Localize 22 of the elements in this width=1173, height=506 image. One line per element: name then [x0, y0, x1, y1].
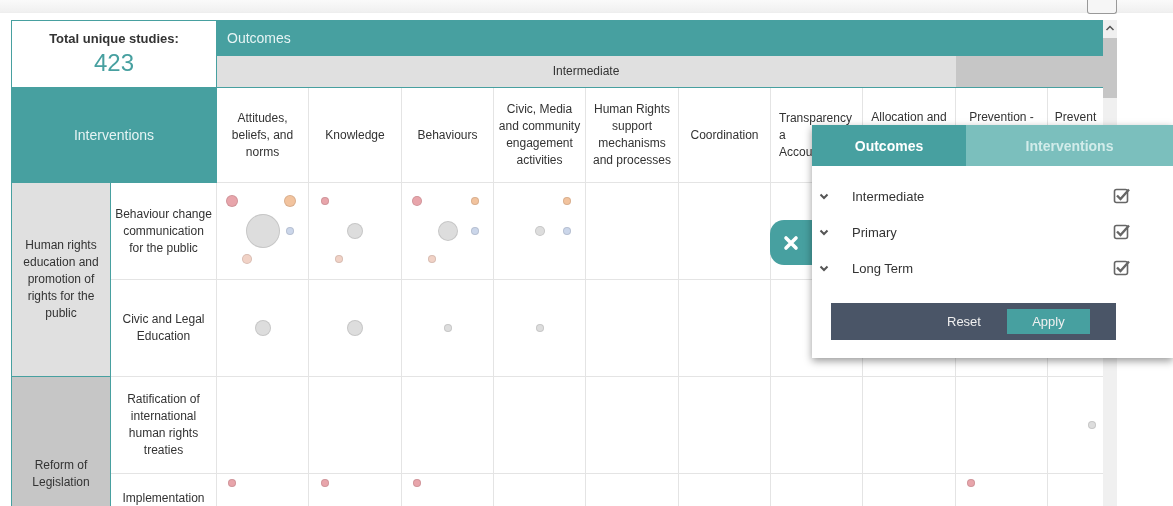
column-header: Behaviours — [417, 127, 478, 142]
summary-label: Total unique studies: — [48, 29, 180, 47]
intervention-group: Reform of Legislation — [11, 376, 111, 506]
outcome-group-header: Intermediate — [216, 55, 956, 88]
column-header: Prevention - — [969, 110, 1034, 124]
intervention-group: Human rights education and promotion of rights for the public — [11, 182, 111, 377]
column-header: Allocation and — [871, 110, 947, 124]
column-header: Attitudes, beliefs, and norms — [231, 110, 294, 159]
column-header: Coordination — [690, 127, 759, 142]
column-header: Civic, Media and community engagement activities — [498, 102, 581, 167]
interventions-header: Interventions — [11, 87, 217, 183]
column-header: Knowledge — [325, 127, 385, 142]
study-count: 423 — [93, 47, 136, 78]
row-header: Behaviour change communication for the public — [110, 182, 217, 280]
column-header: Prevent — [1054, 110, 1097, 124]
outcomes-header: Outcomes — [216, 20, 1103, 56]
filter-label: Primary — [852, 224, 898, 240]
row-header: Ratification of international human rights treaties — [110, 376, 217, 474]
column-header: Human Rights support mechanisms and processes — [593, 102, 672, 167]
filter-label: Intermediate — [852, 188, 926, 204]
row-header: Civic and Legal Education — [110, 279, 217, 377]
filter-label: Long Term — [852, 260, 915, 276]
